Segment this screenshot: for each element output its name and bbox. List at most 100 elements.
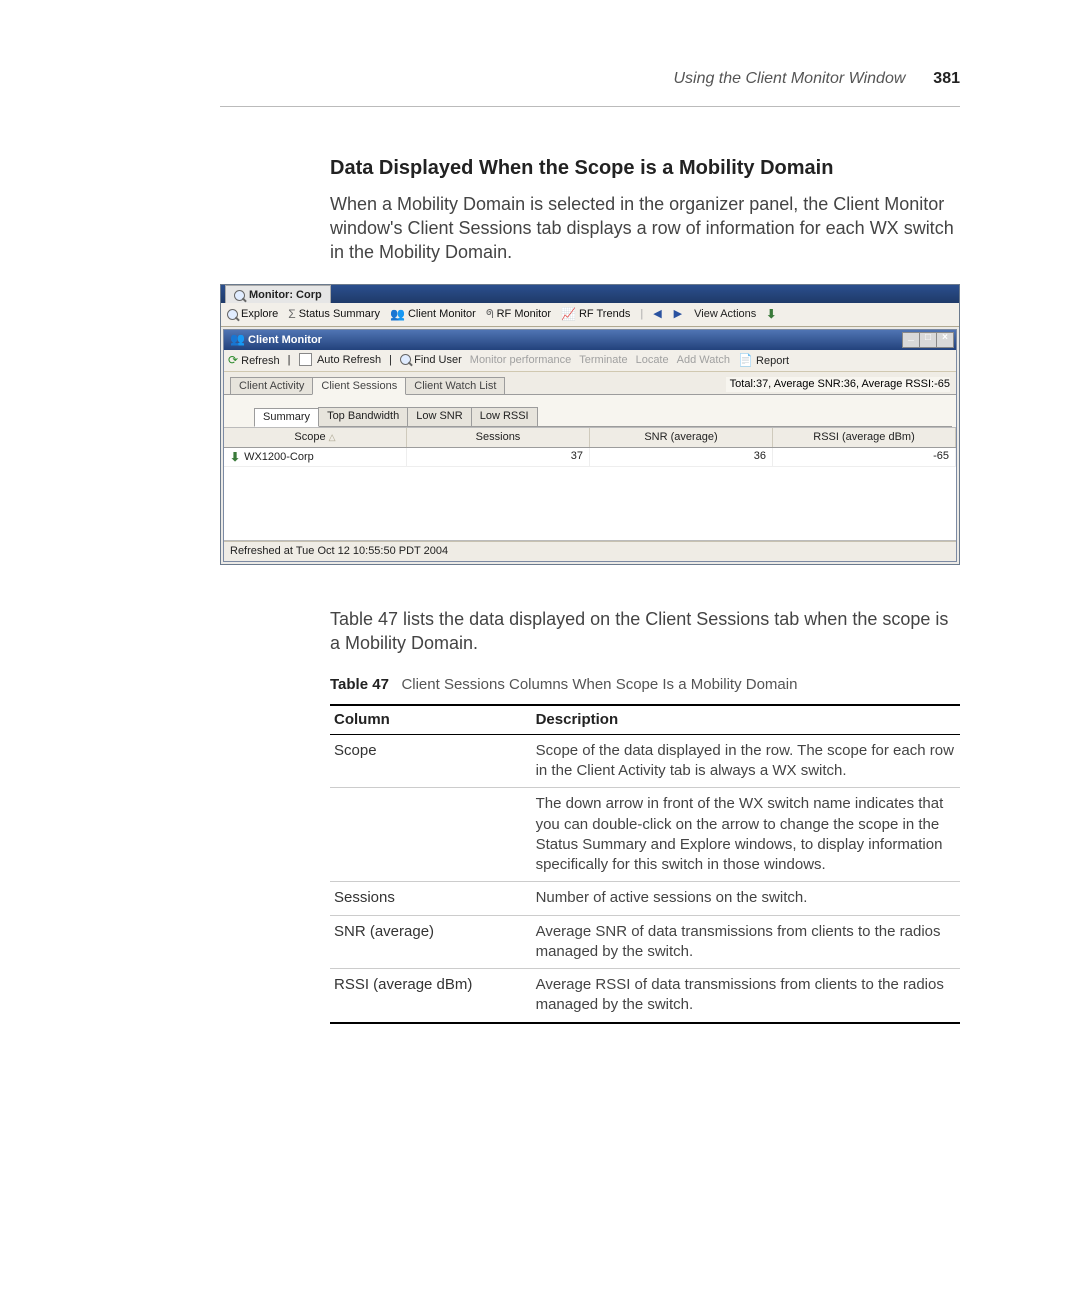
grid-header-scope-label: Scope — [294, 431, 325, 443]
table-cell-column — [330, 788, 532, 882]
table-row: Scope Scope of the data displayed in the… — [330, 734, 960, 788]
terminate-button: Terminate — [579, 353, 627, 368]
status-bar: Refreshed at Tue Oct 12 10:55:50 PDT 200… — [224, 541, 956, 561]
nav-prev-icon[interactable]: ◀ — [653, 307, 663, 322]
grid-header-rssi[interactable]: RSSI (average dBm) — [773, 428, 956, 447]
nav-next-icon[interactable]: ▶ — [674, 307, 684, 322]
subtab-top-bandwidth[interactable]: Top Bandwidth — [318, 407, 408, 426]
running-header-title: Using the Client Monitor Window — [673, 70, 905, 87]
find-user-button[interactable]: Find User — [400, 353, 462, 368]
sigma-icon: Σ — [288, 306, 295, 322]
summary-stats-line: Total:37, Average SNR:36, Average RSSI:-… — [726, 377, 950, 392]
grid-cell-snr: 36 — [590, 448, 773, 466]
outer-window-title-tab: Monitor: Corp — [225, 285, 331, 303]
nav-status-summary[interactable]: Σ Status Summary — [288, 306, 380, 322]
magnifier-icon — [227, 309, 238, 320]
table-caption: Table 47 Client Sessions Columns When Sc… — [330, 675, 960, 695]
grid-header-snr[interactable]: SNR (average) — [590, 428, 773, 447]
inner-window-title: Client Monitor — [248, 334, 322, 346]
maximize-button[interactable]: □ — [919, 332, 937, 348]
grid-body: ⬇ WX1200-Corp 37 36 -65 — [224, 448, 956, 541]
grid-header-sessions[interactable]: Sessions — [407, 428, 590, 447]
people-icon: 👥 — [390, 306, 405, 322]
auto-refresh-checkbox[interactable] — [299, 353, 312, 366]
page-number: 381 — [933, 70, 960, 87]
table-cell-description: Number of active sessions on the switch. — [532, 882, 960, 915]
section-heading: Data Displayed When the Scope is a Mobil… — [330, 155, 960, 182]
tab-client-watch-list[interactable]: Client Watch List — [405, 377, 505, 395]
client-monitor-inner-window: 👥 Client Monitor _ □ × ⟳ Refresh | Auto … — [223, 329, 957, 562]
nav-client-monitor[interactable]: 👥 Client Monitor — [390, 306, 476, 322]
outer-window-titlebar: Monitor: Corp — [221, 285, 959, 303]
report-label: Report — [756, 355, 789, 367]
table-cell-description: Average RSSI of data transmissions from … — [532, 969, 960, 1023]
grid-cell-sessions: 37 — [407, 448, 590, 466]
scope-drilldown-icon[interactable]: ⬇ — [230, 449, 240, 465]
nav-status-summary-label: Status Summary — [299, 307, 380, 322]
grid-header-row: Scope △ Sessions SNR (average) RSSI (ave… — [224, 427, 956, 448]
nav-rf-monitor-label: RF Monitor — [497, 307, 551, 322]
grid-row[interactable]: ⬇ WX1200-Corp 37 36 -65 — [224, 448, 956, 467]
table-cell-column: Sessions — [330, 882, 532, 915]
table-cell-description: Scope of the data displayed in the row. … — [532, 734, 960, 788]
subtab-low-rssi[interactable]: Low RSSI — [471, 407, 538, 426]
subtab-low-snr[interactable]: Low SNR — [407, 407, 471, 426]
close-button[interactable]: × — [936, 332, 954, 348]
header-rule — [220, 106, 960, 107]
antenna-icon: ᖗ — [486, 306, 494, 322]
people-icon: 👥 — [230, 332, 245, 346]
page-running-header: Using the Client Monitor Window 381 — [0, 0, 1080, 100]
table-cell-column: RSSI (average dBm) — [330, 969, 532, 1023]
table-cell-column: SNR (average) — [330, 915, 532, 969]
minimize-button[interactable]: _ — [902, 332, 920, 348]
tab-client-sessions[interactable]: Client Sessions — [312, 377, 406, 396]
table-row: SNR (average) Average SNR of data transm… — [330, 915, 960, 969]
table-cell-column: Scope — [330, 734, 532, 788]
table-caption-label: Table 47 — [330, 676, 389, 693]
tab-client-activity[interactable]: Client Activity — [230, 377, 313, 395]
nav-client-monitor-label: Client Monitor — [408, 307, 476, 322]
table-row: Sessions Number of active sessions on th… — [330, 882, 960, 915]
sort-asc-icon: △ — [329, 432, 336, 442]
nav-view-actions[interactable]: View Actions — [694, 307, 756, 322]
add-watch-button: Add Watch — [677, 353, 730, 368]
inner-window-titlebar: 👥 Client Monitor _ □ × — [224, 330, 956, 350]
nav-explore[interactable]: Explore — [227, 307, 278, 322]
nav-toolbar: Explore Σ Status Summary 👥 Client Monito… — [221, 303, 959, 326]
nav-explore-label: Explore — [241, 307, 278, 322]
chart-icon: 📈 — [561, 306, 576, 322]
table-cell-description: The down arrow in front of the WX switch… — [532, 788, 960, 882]
outer-window-title: Monitor: Corp — [249, 288, 322, 303]
nav-rf-monitor[interactable]: ᖗ RF Monitor — [486, 306, 551, 322]
nav-rf-trends[interactable]: 📈 RF Trends — [561, 306, 630, 322]
nav-separator: | — [640, 307, 643, 322]
grid-cell-scope-label: WX1200-Corp — [244, 450, 314, 465]
grid-cell-rssi: -65 — [773, 448, 956, 466]
refresh-label: Refresh — [241, 355, 280, 367]
grid-header-scope[interactable]: Scope △ — [224, 428, 407, 447]
table-47-table: Column Description Scope Scope of the da… — [330, 704, 960, 1024]
table-caption-text: Client Sessions Columns When Scope Is a … — [401, 676, 797, 693]
locate-button: Locate — [636, 353, 669, 368]
magnifier-icon — [400, 354, 411, 365]
table-head-column: Column — [330, 705, 532, 735]
table-head-description: Description — [532, 705, 960, 735]
refresh-button[interactable]: ⟳ Refresh — [228, 352, 280, 369]
after-screenshot-paragraph: Table 47 lists the data displayed on the… — [330, 607, 960, 656]
report-icon: 📄 — [738, 353, 753, 367]
monitor-performance-button: Monitor performance — [470, 353, 572, 368]
table-cell-description: Average SNR of data transmissions from c… — [532, 915, 960, 969]
subtab-summary[interactable]: Summary — [254, 408, 319, 427]
auto-refresh-label: Auto Refresh — [317, 354, 381, 366]
table-row: RSSI (average dBm) Average RSSI of data … — [330, 969, 960, 1023]
table-47: Table 47 Client Sessions Columns When Sc… — [330, 675, 960, 1023]
refresh-icon: ⟳ — [228, 353, 238, 367]
magnifier-icon — [234, 290, 245, 301]
section-paragraph: When a Mobility Domain is selected in th… — [330, 192, 960, 265]
find-user-label: Find User — [414, 354, 462, 366]
table-row: The down arrow in front of the WX switch… — [330, 788, 960, 882]
view-actions-dropdown-icon[interactable]: ⬇ — [766, 306, 776, 322]
nav-rf-trends-label: RF Trends — [579, 307, 630, 322]
report-button[interactable]: 📄 Report — [738, 352, 789, 369]
auto-refresh-toggle[interactable]: Auto Refresh — [299, 353, 382, 368]
